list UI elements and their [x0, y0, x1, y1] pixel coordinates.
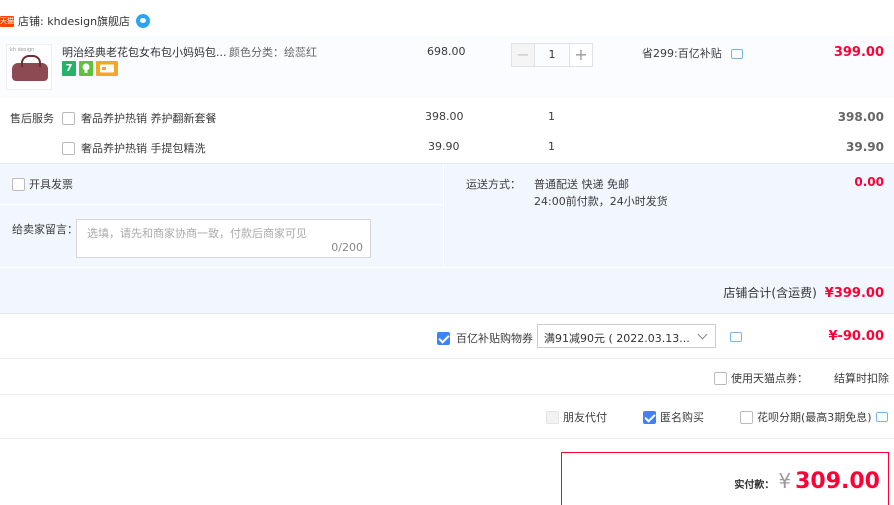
tmall-points-note: 结算时扣除 — [834, 372, 889, 385]
unit-price: 698.00 — [427, 45, 466, 58]
invoice-checkbox[interactable] — [12, 177, 25, 191]
anonymous-checkbox[interactable] — [643, 410, 656, 424]
memo-textarea[interactable]: 选填，请先和商家协商一致，付款后商家可见 0/200 — [76, 219, 371, 258]
service-price: 39.90 — [428, 140, 460, 153]
service-name: 奢品养护热销 手提包精洗 — [81, 142, 206, 155]
service-item-2[interactable]: 奢品养护热销 手提包精洗 — [62, 140, 206, 156]
divider — [443, 163, 444, 267]
coupon-selected: 满91减90元 ( 2022.03.13... — [544, 332, 690, 345]
item-title[interactable]: 明治经典老花包女布包小妈妈包... — [62, 44, 227, 60]
quantity-stepper: − 1 + — [511, 43, 593, 67]
service-item-1[interactable]: 奢品养护热销 养护翻新套餐 — [62, 110, 217, 126]
divider — [0, 267, 894, 268]
saving-text: 省299:百亿补贴 — [642, 47, 722, 60]
coupon-select[interactable]: 满91减90元 ( 2022.03.13... — [537, 324, 716, 348]
tmall-points-option[interactable]: 使用天猫点券： — [714, 370, 808, 386]
decrease-button[interactable]: − — [511, 43, 535, 67]
tmall-points-label: 使用天猫点券： — [731, 372, 808, 385]
anonymous-option[interactable]: 匿名购买 — [643, 409, 704, 425]
item-subtotal: 399.00 — [833, 45, 884, 60]
service-total: 398.00 — [837, 110, 884, 124]
shop-total: 店铺合计(含运费) ¥399.00 — [723, 284, 884, 301]
service-total: 39.90 — [846, 140, 884, 154]
service-qty: 1 — [548, 140, 555, 153]
service-badges: 7 — [62, 61, 118, 76]
memo-label: 给卖家留言： — [12, 223, 78, 236]
coupon-option[interactable]: 百亿补贴购物券 — [437, 330, 533, 346]
huabei-option[interactable]: 花呗分期(最高3期免息) — [740, 409, 888, 425]
shipping-method: 普通配送 快递 免邮 — [534, 178, 629, 191]
memo-placeholder: 选填，请先和商家协商一致，付款后商家可见 — [87, 227, 307, 240]
shipping-detail: 24:00前付款，24小时发货 — [534, 195, 668, 208]
payment-label: 实付款： — [734, 480, 775, 491]
shipping-label: 运送方式： — [466, 178, 521, 191]
service-checkbox[interactable] — [62, 111, 75, 125]
item-attribute: 颜色分类：绘蕊红 — [229, 46, 317, 59]
coupon-checkbox[interactable] — [437, 331, 450, 345]
service-price: 398.00 — [425, 110, 464, 123]
payment-summary: 实付款： ¥ 309.00 — [561, 452, 889, 505]
huabei-checkbox[interactable] — [740, 410, 753, 424]
invoice-label: 开具发票 — [29, 178, 73, 191]
huabei-label: 花呗分期(最高3期免息) — [757, 411, 872, 424]
currency-symbol: ¥ — [778, 469, 792, 493]
divider — [0, 204, 443, 205]
tmall-points-checkbox[interactable] — [714, 371, 727, 385]
wangwang-chat-icon[interactable] — [136, 14, 151, 28]
chevron-down-icon — [697, 329, 708, 340]
shop-total-value: ¥399.00 — [824, 286, 884, 301]
item-thumbnail[interactable]: kh design — [6, 44, 52, 90]
card-icon — [96, 61, 118, 76]
divider — [0, 394, 894, 395]
shop-header: 天猫 店铺: khdesign旗舰店 — [0, 10, 151, 32]
shop-name[interactable]: 店铺: khdesign旗舰店 — [18, 13, 130, 29]
seven-day-return-badge: 7 — [62, 61, 76, 76]
quantity-input[interactable]: 1 — [535, 43, 569, 67]
service-checkbox[interactable] — [62, 141, 75, 155]
friend-pay-label: 朋友代付 — [563, 411, 607, 424]
shipping-fee: 0.00 — [854, 175, 884, 189]
thumb-brand: kh design — [10, 47, 35, 53]
shop-total-label: 店铺合计(含运费) — [723, 286, 817, 300]
handbag-image — [12, 55, 48, 81]
friend-pay-checkbox[interactable] — [546, 410, 559, 424]
divider — [0, 358, 894, 359]
coupon-label: 百亿补贴购物券 — [456, 332, 533, 345]
invoice-option[interactable]: 开具发票 — [12, 176, 73, 192]
payment-amount: 309.00 — [795, 469, 880, 494]
anonymous-label: 匿名购买 — [660, 411, 704, 424]
chat-bubble-icon[interactable] — [875, 412, 888, 422]
service-name: 奢品养护热销 养护翻新套餐 — [81, 112, 217, 125]
service-qty: 1 — [548, 110, 555, 123]
friend-pay-option[interactable]: 朋友代付 — [546, 409, 607, 425]
tmall-tag: 天猫 — [0, 15, 14, 27]
increase-button[interactable]: + — [569, 43, 593, 67]
coupon-discount: ¥-90.00 — [828, 329, 884, 344]
chat-bubble-icon[interactable] — [731, 49, 744, 59]
subsidy-saving: 省299:百亿补贴 — [642, 45, 744, 61]
bulb-icon — [79, 61, 93, 76]
services-label: 售后服务 — [10, 112, 54, 125]
memo-counter: 0/200 — [331, 241, 363, 254]
divider — [0, 438, 894, 439]
chat-bubble-icon[interactable] — [730, 332, 742, 342]
